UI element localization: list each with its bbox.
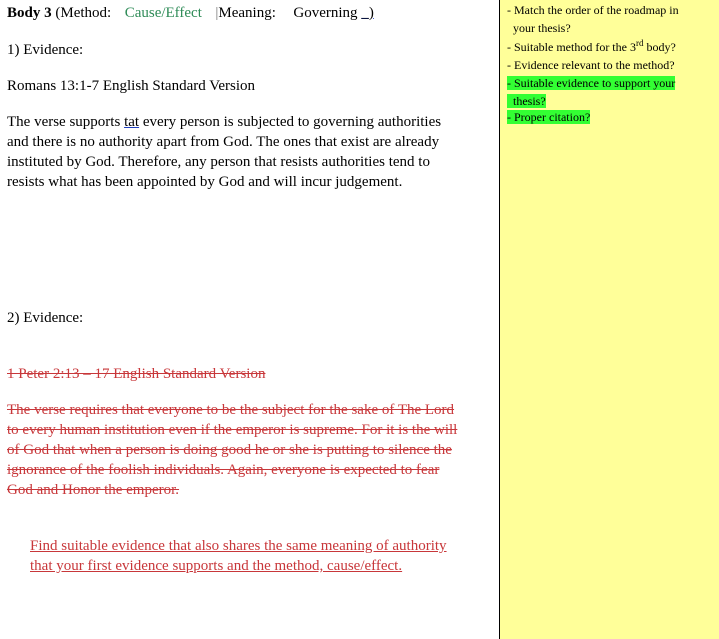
checklist-item-highlighted: - Suitable evidence to support your thes…: [507, 74, 676, 110]
evidence-1-text: and there is no authority apart from God…: [7, 134, 440, 150]
checklist-item: - Evidence relevant to the method?: [507, 56, 675, 74]
method-label: (Method:: [55, 5, 112, 21]
inserted-comment: Find suitable evidence that also shares …: [30, 536, 495, 576]
deleted-line: God and Honor the emperor.: [7, 482, 180, 498]
spelling-flag: tat: [124, 114, 140, 130]
evidence-1-label: 1) Evidence:: [7, 42, 84, 58]
evidence-2-source-deleted: 1 Peter 2:13 – 17 English Standard Versi…: [7, 366, 266, 382]
checklist-text: - Match the order of the roadmap in: [507, 3, 679, 17]
inserted-line: that your first evidence supports and th…: [30, 558, 403, 574]
meaning-label: Meaning:: [218, 5, 276, 21]
meaning-blank: _): [361, 5, 374, 21]
checklist-text: thesis?: [507, 94, 546, 108]
checklist-text: - Suitable evidence to support your: [507, 76, 676, 90]
method-value: Cause/Effect: [124, 5, 202, 21]
evidence-2-label: 2) Evidence:: [7, 310, 84, 326]
evidence-1-text: every person is subjected to governing a…: [139, 114, 442, 130]
checklist-text: - Suitable method for the 3: [507, 40, 636, 54]
deleted-line: ignorance of the foolish individuals. Ag…: [7, 462, 440, 478]
deleted-line: The verse requires that everyone to be t…: [7, 402, 455, 418]
meaning-value: Governing: [293, 5, 358, 21]
evidence-1-paragraph: The verse supports tat every person is s…: [7, 112, 495, 192]
checklist-item: - Match the order of the roadmap in your…: [507, 1, 679, 37]
checklist-text: body?: [643, 40, 676, 54]
checklist-text: - Proper citation?: [507, 110, 591, 124]
evidence-2-paragraph-deleted: The verse requires that everyone to be t…: [7, 400, 495, 500]
checklist-item: - Suitable method for the 3rd body?: [507, 38, 676, 56]
evidence-1-text: instituted by God. Therefore, any person…: [7, 154, 430, 170]
checklist-text: - Evidence relevant to the method?: [507, 58, 675, 72]
evidence-1-text: resists what has been appointed by God a…: [7, 174, 403, 190]
inserted-line: Find suitable evidence that also shares …: [30, 538, 447, 554]
body-heading: Body 3 (Method: Cause/Effect |Meaning: G…: [7, 3, 374, 23]
deleted-line: of God that when a person is doing good …: [7, 442, 452, 458]
document-page: Body 3 (Method: Cause/Effect |Meaning: G…: [0, 0, 499, 639]
evidence-1-source: Romans 13:1-7 English Standard Version: [7, 78, 256, 94]
body-heading-label: Body 3: [7, 5, 52, 21]
checklist-text: your thesis?: [513, 21, 571, 35]
checklist-sidebar: - Match the order of the roadmap in your…: [500, 0, 719, 639]
evidence-1-text: The verse supports: [7, 114, 125, 130]
deleted-line: to every human institution even if the e…: [7, 422, 458, 438]
checklist-item-highlighted: - Proper citation?: [507, 108, 591, 126]
